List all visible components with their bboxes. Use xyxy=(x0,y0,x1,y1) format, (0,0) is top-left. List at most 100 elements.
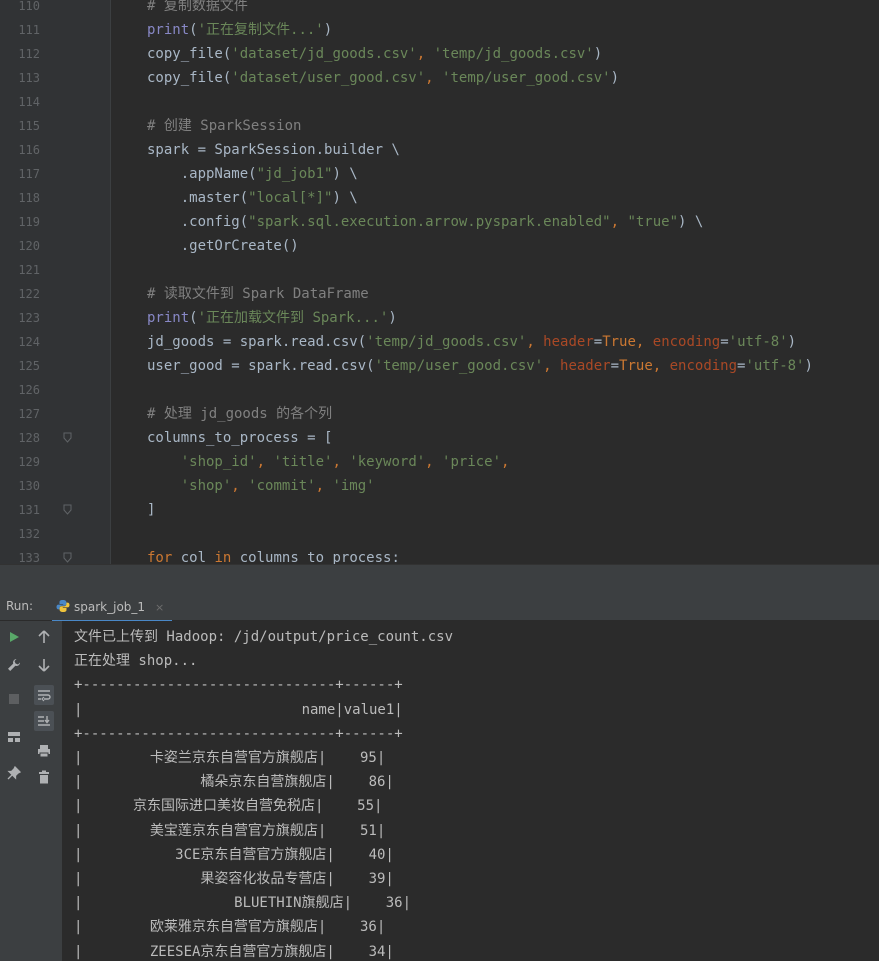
console-line: | 欧莱雅京东自营官方旗舰店| 36| xyxy=(74,919,386,936)
code-line: copy_file('dataset/user_good.csv', 'temp… xyxy=(147,66,619,90)
wrench-icon[interactable] xyxy=(4,655,24,675)
print-icon[interactable] xyxy=(34,741,54,761)
layout-icon[interactable] xyxy=(4,727,24,747)
code-line: jd_goods = spark.read.csv('temp/jd_goods… xyxy=(147,330,796,354)
console-line: +------------------------------+------+ xyxy=(74,725,403,742)
code-token: "jd_job1" xyxy=(256,166,333,182)
code-token: print xyxy=(147,22,190,38)
panel-splitter[interactable] xyxy=(0,564,879,595)
code-token: , xyxy=(231,478,249,494)
line-number: 121 xyxy=(18,263,40,277)
code-line: # 复制数据文件 xyxy=(147,0,248,18)
code-token: "spark.sql.execution.arrow.pyspark.enabl… xyxy=(248,214,611,230)
stop-icon[interactable] xyxy=(4,689,24,709)
code-line: 'shop', 'commit', 'img' xyxy=(147,474,375,498)
trash-icon[interactable] xyxy=(34,767,54,787)
line-number: 111 xyxy=(18,23,40,37)
line-number: 133 xyxy=(18,551,40,564)
pin-icon[interactable] xyxy=(4,763,24,783)
code-token: 'img' xyxy=(332,478,375,494)
tab-spark-job-1[interactable]: spark_job_1 × xyxy=(52,594,173,622)
code-token: "local[*]" xyxy=(248,190,333,206)
line-number-gutter: 110 111 112 113 114 115 116 117 118 119 120 121 122 1… xyxy=(0,0,110,564)
run-play-icon[interactable] xyxy=(4,627,24,647)
line-number: 129 xyxy=(18,455,40,469)
code-token: copy_file( xyxy=(147,70,232,86)
code-line: spark = SparkSession.builder \ xyxy=(147,138,400,162)
code-token: encoding xyxy=(652,334,721,350)
code-line: .appName("jd_job1") \ xyxy=(147,162,358,186)
code-token: ) xyxy=(593,46,603,62)
code-line: for col in columns_to_process: xyxy=(147,546,400,564)
fold-marker-icon[interactable] xyxy=(63,432,73,444)
code-token: , xyxy=(610,214,628,230)
code-token: user_good = spark.read.csv( xyxy=(147,358,375,374)
line-number: 117 xyxy=(18,167,40,181)
line-number: 116 xyxy=(18,143,40,157)
code-token: 'price' xyxy=(442,454,502,470)
code-line: print('正在复制文件...') xyxy=(147,18,332,42)
soft-wrap-icon[interactable] xyxy=(34,685,54,705)
code-token: ] xyxy=(147,502,156,518)
console-output[interactable]: 文件已上传到 Hadoop: /jd/output/price_count.cs… xyxy=(62,621,879,961)
code-token: , xyxy=(425,70,443,86)
console-line: | ZEESEA京东自营官方旗舰店| 34| xyxy=(74,943,394,960)
code-token: .appName( xyxy=(147,166,257,182)
code-token: , xyxy=(526,334,544,350)
code-token: = xyxy=(720,334,729,350)
code-token: .master( xyxy=(147,190,249,206)
fold-marker-icon[interactable] xyxy=(63,504,73,516)
code-token: encoding xyxy=(669,358,738,374)
code-token: , xyxy=(501,454,510,470)
line-number: 125 xyxy=(18,359,40,373)
console-line: | 果姿容化妆品专营店| 39| xyxy=(74,871,394,887)
code-token: # 处理 jd_goods 的各个列 xyxy=(147,406,333,422)
scroll-to-end-icon[interactable] xyxy=(34,711,54,731)
code-token: ) \ xyxy=(332,190,358,206)
code-token: header xyxy=(560,358,611,374)
line-number: 113 xyxy=(18,71,40,85)
arrow-down-icon[interactable] xyxy=(34,655,54,675)
code-token: # 复制数据文件 xyxy=(147,0,248,14)
line-number: 131 xyxy=(18,503,40,517)
line-number: 114 xyxy=(18,95,40,109)
code-token: col xyxy=(172,550,215,564)
code-line: ] xyxy=(147,498,155,522)
code-token: 'temp/user_good.csv' xyxy=(442,70,611,86)
code-token: 'temp/user_good.csv' xyxy=(374,358,544,374)
code-token: 'utf-8' xyxy=(728,334,788,350)
console-line: | 橘朵京东自营旗舰店| 86| xyxy=(74,774,394,791)
code-token: copy_file( xyxy=(147,46,232,62)
arrow-up-icon[interactable] xyxy=(34,627,54,647)
code-token: , xyxy=(332,454,350,470)
code-token: columns_to_process = [ xyxy=(147,430,333,446)
code-token: print xyxy=(147,310,190,326)
code-editor[interactable]: 110 111 112 113 114 115 116 117 118 119 120 121 122 1… xyxy=(0,0,879,564)
code-line: # 处理 jd_goods 的各个列 xyxy=(147,402,332,426)
code-line: user_good = spark.read.csv('temp/user_go… xyxy=(147,354,813,378)
code-token: spark = SparkSession.builder \ xyxy=(147,142,400,158)
code-token: "true" xyxy=(627,214,679,230)
line-number: 119 xyxy=(18,215,40,229)
line-number: 128 xyxy=(18,431,40,445)
fold-marker-icon[interactable] xyxy=(63,552,73,564)
code-token: jd_goods = spark.read.csv( xyxy=(147,334,367,350)
console-line: +------------------------------+------+ xyxy=(74,677,403,694)
code-token: , xyxy=(425,454,443,470)
code-token: ) xyxy=(787,334,797,350)
line-number: 120 xyxy=(18,239,40,253)
code-token: ( xyxy=(189,22,198,38)
close-icon[interactable]: × xyxy=(155,601,164,614)
console-line: | 京东国际进口美妆自营免税店| 55| xyxy=(74,798,383,815)
code-token: , xyxy=(652,358,670,374)
code-token: # 创建 SparkSession xyxy=(147,118,302,134)
code-line: copy_file('dataset/jd_goods.csv', 'temp/… xyxy=(147,42,602,66)
line-number: 123 xyxy=(18,311,40,325)
code-token: ) \ xyxy=(678,214,704,230)
line-number: 110 xyxy=(18,0,40,13)
code-token: .config( xyxy=(147,214,249,230)
line-number: 122 xyxy=(18,287,40,301)
code-token: , xyxy=(315,478,333,494)
